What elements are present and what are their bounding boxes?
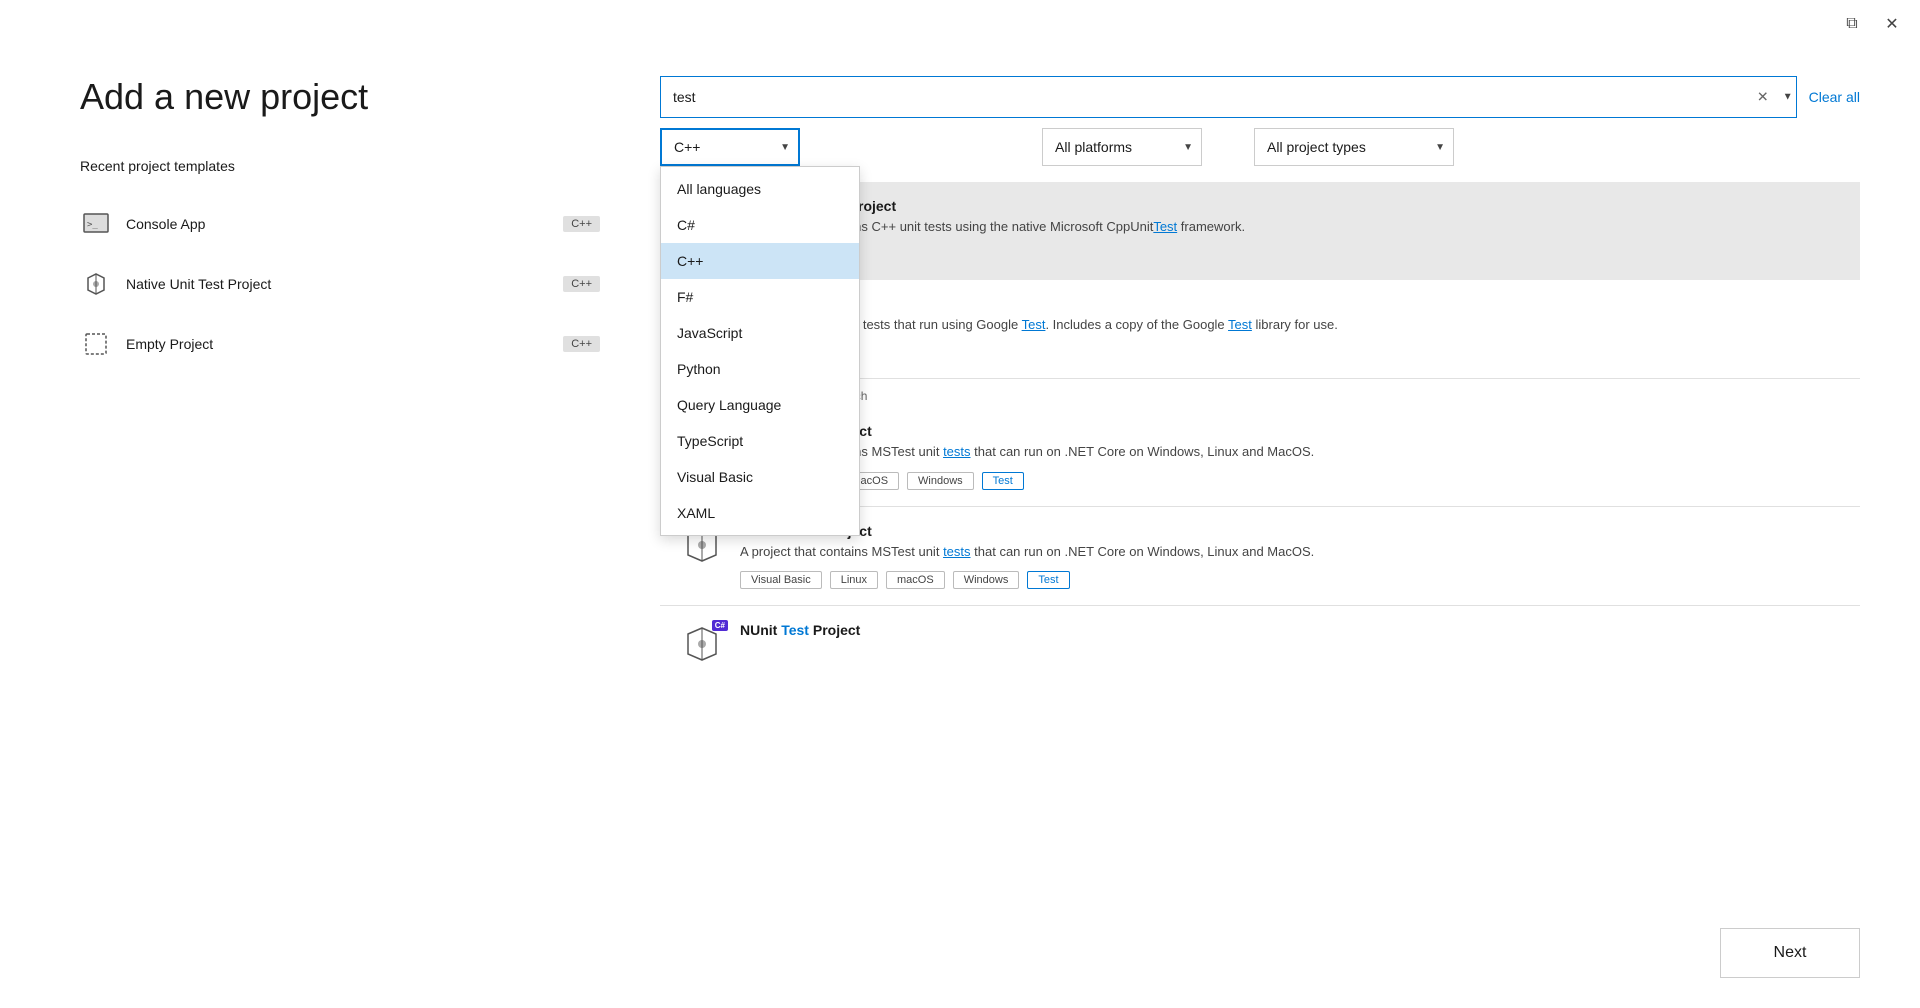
project-type-filter: All project types ▼ [1254, 128, 1454, 166]
template-name: Empty Project [126, 336, 213, 352]
tag: Visual Basic [740, 571, 822, 589]
platform-filter-button[interactable]: All platforms ▼ [1042, 128, 1202, 166]
footer: Next [660, 912, 1860, 988]
result-title-mstest-vb: MSTest Test Project [740, 523, 1840, 539]
language-filter-button[interactable]: C++ ▼ [660, 128, 800, 166]
console-app-icon: >_ [80, 208, 112, 240]
result-tags-mstest-cs: C# Linux macOS Windows Test [740, 472, 1840, 490]
language-dropdown: All languages C# C++ F# JavaScript Pytho… [660, 166, 860, 536]
tag: Windows [907, 472, 974, 490]
lang-option-js[interactable]: JavaScript [661, 315, 859, 351]
result-title-mstest-cs: MSTest Test Project [740, 423, 1840, 439]
search-bar-row: ✕ ▼ Clear all [660, 76, 1860, 118]
template-name: Console App [126, 216, 205, 232]
lang-option-cs[interactable]: C# [661, 207, 859, 243]
empty-project-icon [80, 328, 112, 360]
language-filter-arrow: ▼ [780, 142, 790, 153]
platform-filter: All platforms ▼ [1042, 128, 1202, 166]
lang-option-vb[interactable]: Visual Basic [661, 459, 859, 495]
tag-test: Test [982, 472, 1024, 490]
result-desc-1: A project that contains C++ unit tests u… [740, 218, 1840, 236]
tag: macOS [886, 571, 945, 589]
clear-all-button[interactable]: Clear all [1809, 89, 1860, 105]
lang-option-fs[interactable]: F# [661, 279, 859, 315]
recent-label: Recent project templates [80, 158, 600, 174]
platform-filter-arrow: ▼ [1183, 142, 1193, 153]
tag: Linux [830, 571, 878, 589]
list-item[interactable]: Empty Project C++ [80, 314, 600, 374]
result-desc-mstest-vb: A project that contains MSTest unit test… [740, 543, 1840, 561]
tag-test: Test [1027, 571, 1069, 589]
search-clear-button[interactable]: ✕ [1757, 89, 1769, 106]
page-title: Add a new project [80, 76, 600, 118]
result-desc-2: A project for creating tests that run us… [740, 316, 1840, 334]
result-tags-mstest-vb: Visual Basic Linux macOS Windows Test [740, 571, 1840, 589]
next-button[interactable]: Next [1720, 928, 1860, 978]
native-test-icon [80, 268, 112, 300]
template-list: >_ Console App C++ [80, 194, 600, 374]
search-dropdown-button[interactable]: ▼ [1783, 92, 1793, 103]
list-item[interactable]: Native Unit Test Project C++ [80, 254, 600, 314]
template-lang-badge: C++ [563, 336, 600, 352]
template-lang-badge: C++ [563, 276, 600, 292]
lang-badge-nunit: C# [712, 620, 728, 631]
list-item[interactable]: >_ Console App C++ [80, 194, 600, 254]
left-panel: Add a new project Recent project templat… [0, 36, 660, 1008]
svg-text:>_: >_ [87, 220, 98, 230]
search-input[interactable] [660, 76, 1797, 118]
result-item-nunit[interactable]: C# NUnit Test Project [660, 606, 1860, 682]
lang-option-xaml[interactable]: XAML [661, 495, 859, 531]
dialog: ⧉ ✕ Add a new project Recent project tem… [0, 0, 1920, 1008]
tag: Windows [953, 571, 1020, 589]
project-type-filter-arrow: ▼ [1435, 142, 1445, 153]
restore-button[interactable]: ⧉ [1840, 12, 1864, 36]
lang-option-ql[interactable]: Query Language [661, 387, 859, 423]
lang-option-cpp[interactable]: C++ [661, 243, 859, 279]
result-desc-mstest-cs: A project that contains MSTest unit test… [740, 443, 1840, 461]
lang-option-all[interactable]: All languages [661, 171, 859, 207]
lang-option-ts[interactable]: TypeScript [661, 423, 859, 459]
result-title-2: Google Test [740, 296, 1840, 312]
project-type-filter-button[interactable]: All project types ▼ [1254, 128, 1454, 166]
lang-option-py[interactable]: Python [661, 351, 859, 387]
right-panel: ✕ ▼ Clear all C++ ▼ All languages C# [660, 36, 1920, 1008]
search-container: ✕ ▼ [660, 76, 1797, 118]
result-icon-nunit: C# [680, 622, 724, 666]
result-title-1: Native Unit Test Project [740, 198, 1840, 214]
close-button[interactable]: ✕ [1880, 12, 1904, 36]
title-bar: ⧉ ✕ [0, 0, 1920, 36]
main-content: Add a new project Recent project templat… [0, 36, 1920, 1008]
result-title-nunit: NUnit Test Project [740, 622, 1840, 638]
language-filter: C++ ▼ All languages C# C++ F# JavaScript… [660, 128, 800, 166]
template-name: Native Unit Test Project [126, 276, 271, 292]
filters-row: C++ ▼ All languages C# C++ F# JavaScript… [660, 128, 1860, 166]
template-lang-badge: C++ [563, 216, 600, 232]
result-tags-2: Test [740, 344, 1840, 362]
result-tags-1: Test [740, 246, 1840, 264]
